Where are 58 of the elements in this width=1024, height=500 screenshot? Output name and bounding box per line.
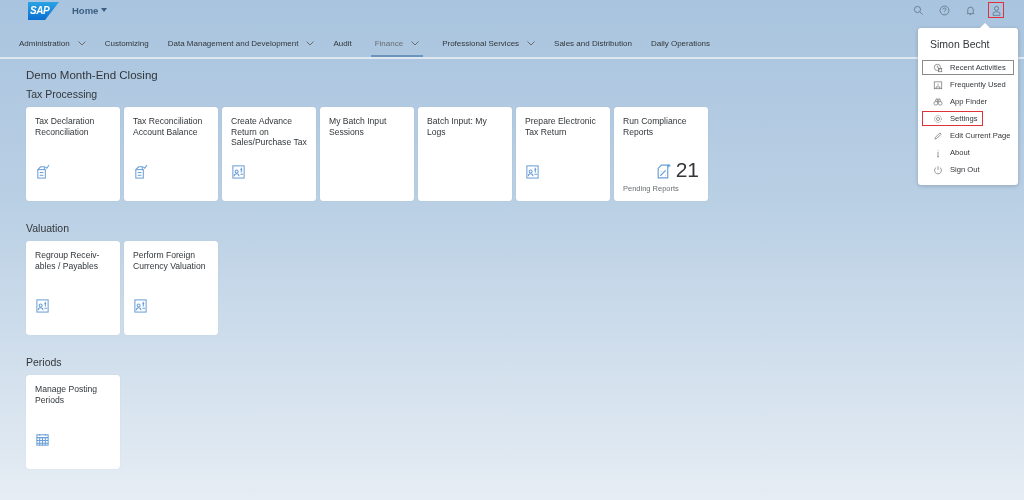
app-tile[interactable]: My Batch Input Sessions: [320, 107, 414, 201]
group-title: Tax Processing: [26, 88, 98, 100]
tile-title: Perform Foreign Currency Valuation: [133, 250, 207, 271]
app-tile[interactable]: Batch Input: My Logs: [418, 107, 512, 201]
document-person-icon: [35, 298, 50, 313]
tile-title: Manage Posting Periods: [35, 384, 99, 405]
group-title: Valuation: [26, 222, 69, 234]
search-icon: [912, 4, 924, 16]
caret-icon: [101, 8, 108, 12]
nav-tab[interactable]: Audit: [333, 32, 352, 57]
user-icon: [990, 4, 1002, 16]
page-title: Demo Month-End Closing: [26, 69, 158, 81]
document-person-icon: [231, 164, 246, 179]
nav-tab[interactable]: Data Management and Development: [167, 32, 315, 57]
tile-title: Tax Declaration Reconciliation: [35, 116, 96, 137]
document-check-icon: [133, 164, 148, 179]
user-name: Simon Becht: [929, 37, 991, 52]
help-icon: [938, 4, 950, 16]
tile-title: Run Compliance Reports: [623, 116, 688, 137]
document-person-icon: [133, 298, 148, 313]
user-button[interactable]: [988, 2, 1004, 18]
clock-icon: [933, 62, 943, 73]
home-menu[interactable]: Home: [72, 4, 108, 16]
logo[interactable]: SAP: [28, 2, 59, 20]
help-button[interactable]: [936, 2, 952, 18]
document-person-icon: [525, 164, 540, 179]
settings-icon: [933, 113, 943, 124]
app-tile[interactable]: Perform Foreign Currency Valuation: [124, 241, 218, 335]
app-tile[interactable]: Regroup Receiv-ables / Payables: [26, 241, 120, 335]
nav-tab[interactable]: Customizing: [104, 32, 149, 57]
binoculars-icon: [933, 96, 943, 107]
tile-title: Prepare Electronic Tax Return: [525, 116, 597, 137]
bell-icon: [964, 4, 976, 16]
app-tile[interactable]: Tax Declaration Reconciliation: [26, 107, 120, 201]
pencil-icon: [933, 130, 943, 141]
tile-title: Batch Input: My Logs: [427, 116, 488, 137]
nav-tab[interactable]: Professional Services: [442, 32, 536, 57]
tile-title: Regroup Receiv-ables / Payables: [35, 250, 101, 271]
calendar-icon: [35, 432, 50, 447]
app-tile[interactable]: Tax Reconciliation Account Balance: [124, 107, 218, 201]
document-check-icon: [35, 164, 50, 179]
kpi-value: 21: [675, 160, 699, 180]
tile-title: Tax Reconciliation Account Balance: [133, 116, 204, 137]
app-tile[interactable]: Manage Posting Periods: [26, 375, 120, 469]
chevron-icon: [306, 41, 315, 46]
app-tile[interactable]: Prepare Electronic Tax Return: [516, 107, 610, 201]
chevron-icon: [411, 41, 420, 46]
nav-tab[interactable]: Administration: [19, 32, 86, 57]
group-title: Periods: [26, 356, 62, 368]
power-icon: [933, 164, 943, 175]
nav-tab[interactable]: Sales and Distribution: [554, 32, 632, 57]
frequent-icon: [933, 79, 943, 90]
nav-tab[interactable]: Daily Operations: [650, 32, 711, 57]
chevron-icon: [77, 41, 86, 46]
tile-title: Create Advance Return on Sales/Purchase Tax: [231, 116, 307, 148]
tile-title: My Batch Input Sessions: [329, 116, 388, 137]
app-tile[interactable]: Create Advance Return on Sales/Purchase Tax: [222, 107, 316, 201]
chevron-icon: [527, 41, 536, 46]
